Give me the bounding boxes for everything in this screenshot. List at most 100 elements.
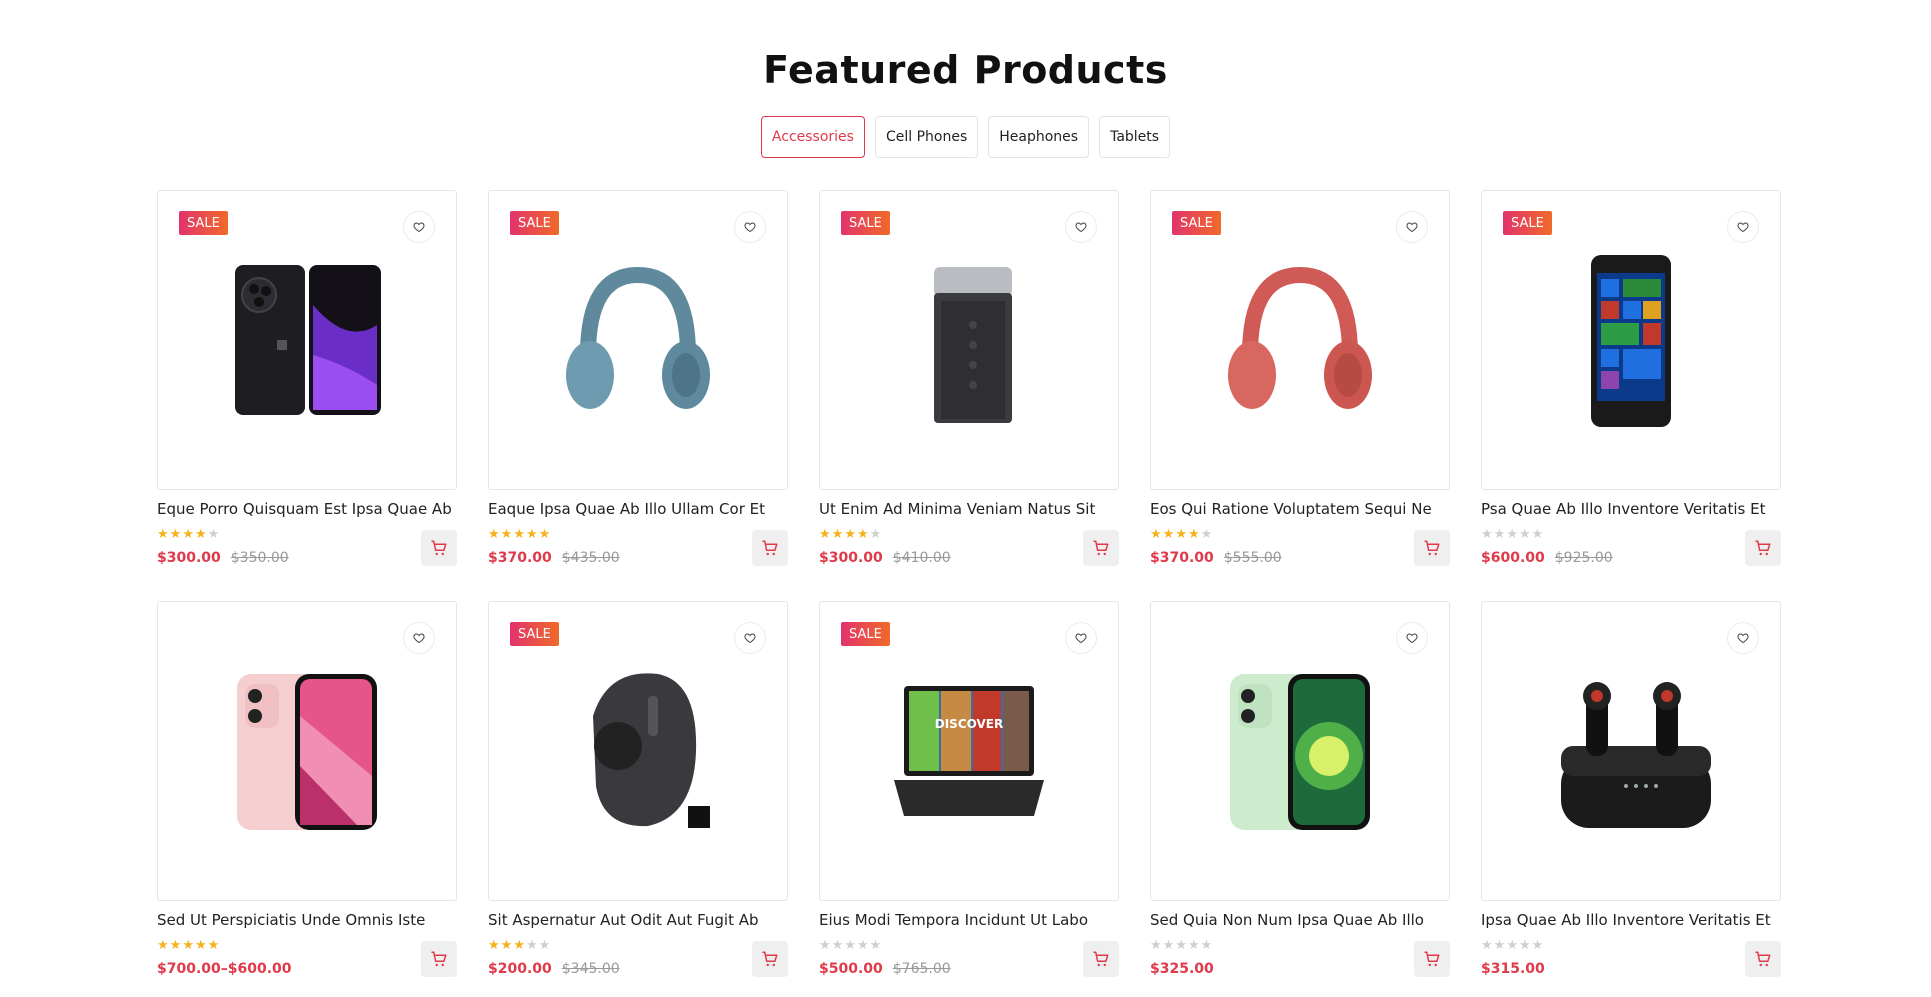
product-name[interactable]: Sed Ut Perspiciatis Unde Omnis Iste	[157, 911, 457, 929]
wishlist-button[interactable]	[403, 211, 435, 243]
product-name[interactable]: Ut Enim Ad Minima Veniam Natus Sit	[819, 500, 1119, 518]
product-image-box[interactable]: SALE	[1481, 190, 1781, 490]
star-icon: ★	[1493, 527, 1506, 542]
star-icon: ★	[1175, 938, 1187, 953]
product-image-box[interactable]: SALE	[819, 190, 1119, 490]
star-rating: ★ ★ ★ ★ ★	[157, 528, 219, 541]
star-icon: ★	[1187, 938, 1200, 953]
product-image-box[interactable]: SALE	[488, 190, 788, 490]
add-to-cart-button[interactable]	[1745, 530, 1781, 566]
price-row: $370.00 $435.00	[488, 550, 620, 566]
sale-badge: SALE	[510, 622, 559, 646]
product-image-box[interactable]: SALE	[488, 601, 788, 901]
wishlist-button[interactable]	[1396, 622, 1428, 654]
star-icon: ★	[538, 938, 551, 953]
product-name[interactable]: Eos Qui Ratione Voluptatem Sequi Ne	[1150, 500, 1450, 518]
sale-badge: SALE	[510, 211, 559, 235]
star-icon: ★	[831, 527, 844, 542]
product-card[interactable]: SALE Eos Qui Ratione Voluptatem Sequi Ne…	[1150, 190, 1450, 601]
add-to-cart-button[interactable]	[421, 530, 457, 566]
wishlist-button[interactable]	[403, 622, 435, 654]
product-card[interactable]: Sed Ut Perspiciatis Unde Omnis Iste ★ ★ ★ ★ ★…	[157, 601, 457, 997]
star-rating: ★ ★ ★ ★ ★	[1481, 939, 1543, 952]
product-name[interactable]: Eius Modi Tempora Incidunt Ut Labo	[819, 911, 1119, 929]
star-icon: ★	[1150, 938, 1162, 953]
star-icon: ★	[1162, 527, 1175, 542]
price-row: $370.00 $555.00	[1150, 550, 1282, 566]
product-card[interactable]: SALE Psa Quae Ab Illo Inventore Veritati…	[1481, 190, 1781, 601]
product-card[interactable]: Sed Quia Non Num Ipsa Quae Ab Illo ★ ★ ★ ★ ★ $…	[1150, 601, 1450, 997]
product-card[interactable]: SALE Eque Porro Quisquam Est Ipsa Quae A…	[157, 190, 457, 601]
wishlist-button[interactable]	[1727, 622, 1759, 654]
price-row: $700.00–$600.00	[157, 961, 292, 977]
cart-icon	[1755, 540, 1771, 556]
star-icon: ★	[1481, 527, 1493, 542]
star-icon: ★	[856, 527, 869, 542]
product-name[interactable]: Sit Aspernatur Aut Odit Aut Fugit Ab	[488, 911, 788, 929]
product-image-box[interactable]: SALE DISCOVER	[819, 601, 1119, 901]
heart-icon	[744, 222, 756, 233]
star-icon: ★	[1200, 938, 1213, 953]
product-image-box[interactable]: SALE	[1150, 190, 1450, 490]
tab-heaphones[interactable]: Heaphones	[988, 116, 1090, 158]
add-to-cart-button[interactable]	[1414, 530, 1450, 566]
wishlist-button[interactable]	[734, 211, 766, 243]
add-to-cart-button[interactable]	[1745, 941, 1781, 977]
star-icon: ★	[169, 527, 182, 542]
product-image-box[interactable]	[157, 601, 457, 901]
star-icon: ★	[831, 938, 844, 953]
price: $600.00	[1481, 550, 1545, 566]
product-image-box[interactable]	[1481, 601, 1781, 901]
old-price: $410.00	[892, 550, 951, 566]
tab-cell-phones[interactable]: Cell Phones	[874, 116, 979, 158]
star-icon: ★	[819, 938, 831, 953]
add-to-cart-button[interactable]	[752, 941, 788, 977]
star-icon: ★	[869, 938, 882, 953]
add-to-cart-button[interactable]	[1083, 941, 1119, 977]
product-name[interactable]: Sed Quia Non Num Ipsa Quae Ab Illo	[1150, 911, 1450, 929]
tab-accessories[interactable]: Accessories	[760, 116, 865, 158]
add-to-cart-button[interactable]	[1414, 941, 1450, 977]
product-image-box[interactable]	[1150, 601, 1450, 901]
star-icon: ★	[513, 527, 525, 542]
star-icon: ★	[856, 938, 869, 953]
price: $370.00	[488, 550, 552, 566]
product-image-box[interactable]: SALE	[157, 190, 457, 490]
product-card[interactable]: SALE DISCOVER Eius Modi Tempora Incidunt…	[819, 601, 1119, 997]
star-icon: ★	[1518, 527, 1531, 542]
old-price: $925.00	[1554, 550, 1613, 566]
wishlist-button[interactable]	[734, 622, 766, 654]
add-to-cart-button[interactable]	[1083, 530, 1119, 566]
price: $300.00	[157, 550, 221, 566]
wishlist-button[interactable]	[1396, 211, 1428, 243]
tab-tablets[interactable]: Tablets	[1099, 116, 1171, 158]
price-row: $500.00 $765.00	[819, 961, 951, 977]
add-to-cart-button[interactable]	[752, 530, 788, 566]
product-name[interactable]: Eaque Ipsa Quae Ab Illo Ullam Cor Et	[488, 500, 788, 518]
price: $370.00	[1150, 550, 1214, 566]
add-to-cart-button[interactable]	[421, 941, 457, 977]
price-row: $600.00 $925.00	[1481, 550, 1613, 566]
product-card[interactable]: SALE Eaque Ipsa Quae Ab Illo Ullam Cor E…	[488, 190, 788, 601]
wishlist-button[interactable]	[1065, 211, 1097, 243]
wishlist-button[interactable]	[1727, 211, 1759, 243]
headphones-red-image	[1228, 266, 1372, 409]
heart-icon	[1737, 222, 1749, 233]
product-name[interactable]: Ipsa Quae Ab Illo Inventore Veritatis Et	[1481, 911, 1781, 929]
star-icon: ★	[1493, 938, 1506, 953]
price: $200.00	[488, 961, 552, 977]
wishlist-button[interactable]	[1065, 622, 1097, 654]
product-name[interactable]: Eque Porro Quisquam Est Ipsa Quae Ab	[157, 500, 457, 518]
star-icon: ★	[525, 527, 538, 542]
price-row: $325.00	[1150, 961, 1214, 977]
star-icon: ★	[525, 938, 538, 953]
product-card[interactable]: SALE Sit Aspernatur Aut Odit Aut Fugit A…	[488, 601, 788, 997]
headphones-blue-image	[566, 266, 710, 409]
product-card[interactable]: Ipsa Quae Ab Illo Inventore Veritatis Et…	[1481, 601, 1781, 997]
heart-icon	[413, 633, 425, 644]
star-icon: ★	[1531, 938, 1544, 953]
price: $315.00	[1481, 961, 1545, 977]
trackball-mouse-image	[593, 673, 710, 828]
product-name[interactable]: Psa Quae Ab Illo Inventore Veritatis Et	[1481, 500, 1781, 518]
product-card[interactable]: SALE Ut Enim Ad Minima Veniam Natus Sit ★…	[819, 190, 1119, 601]
